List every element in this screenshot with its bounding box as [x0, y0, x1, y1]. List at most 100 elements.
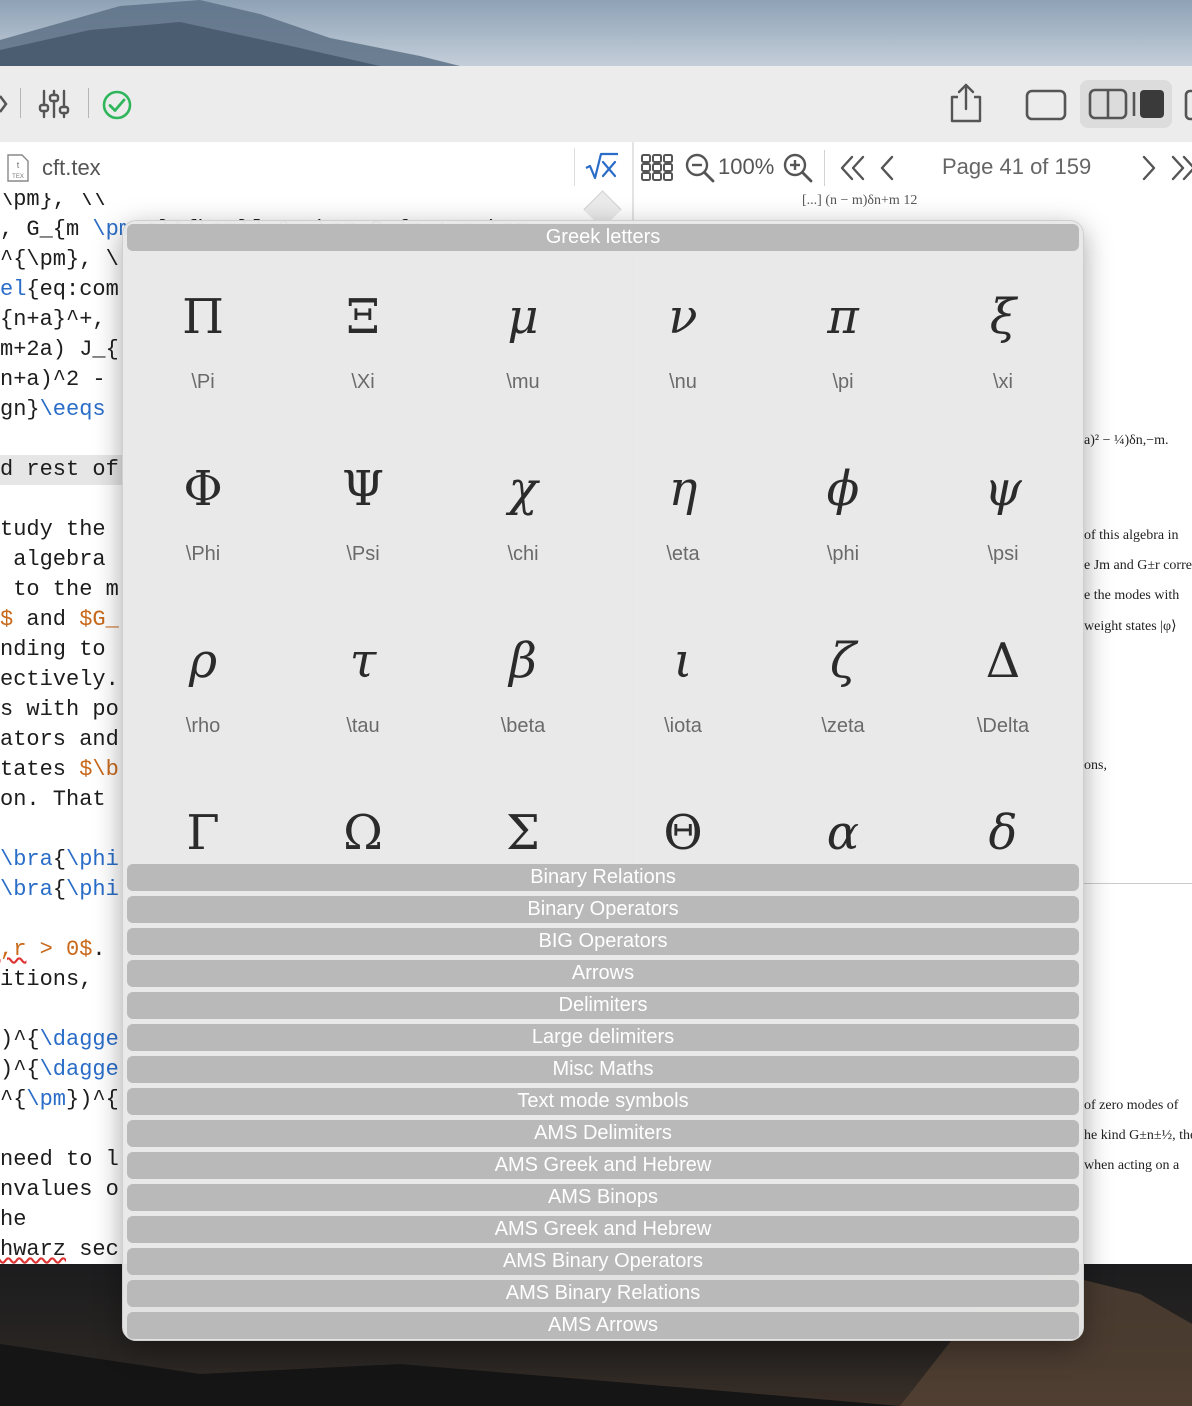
- thumbnails-grid-icon[interactable]: [640, 152, 674, 184]
- toolbar: [0, 66, 1192, 143]
- zoom-in-icon[interactable]: [782, 152, 814, 184]
- section-header-greek-letters[interactable]: Greek letters: [127, 224, 1079, 251]
- section-header[interactable]: Arrows: [127, 960, 1079, 987]
- section-header[interactable]: Binary Operators: [127, 896, 1079, 923]
- code-line[interactable]: algebra: [0, 545, 105, 575]
- symbol-cell[interactable]: ζ \zeta: [763, 597, 923, 769]
- code-line[interactable]: {n+a}^+,: [0, 305, 106, 335]
- symbol-cell[interactable]: Ψ \Psi: [283, 425, 443, 597]
- code-line[interactable]: ^{\pm}, \: [0, 245, 119, 275]
- code-line[interactable]: ,r > 0$.: [0, 935, 106, 965]
- code-line[interactable]: el{eq:com: [0, 275, 119, 305]
- symbol-cell[interactable]: π \pi: [763, 253, 923, 425]
- symbol-cell[interactable]: ϕ \phi: [763, 425, 923, 597]
- code-line[interactable]: he: [0, 1205, 26, 1235]
- section-header[interactable]: AMS Binary Operators: [127, 1248, 1079, 1275]
- section-header[interactable]: Misc Maths: [127, 1056, 1079, 1083]
- share-icon[interactable]: [944, 80, 988, 126]
- code-line[interactable]: \bra{\phi: [0, 875, 119, 905]
- code-token: , G_{m: [0, 217, 93, 242]
- truncated-icon[interactable]: [0, 90, 8, 118]
- code-line[interactable]: )^{\dagge: [0, 1025, 119, 1055]
- code-line[interactable]: nvalues o: [0, 1175, 119, 1205]
- section-header[interactable]: AMS Greek and Hebrew: [127, 1216, 1079, 1243]
- symbol-cell[interactable]: ξ \xi: [923, 253, 1083, 425]
- section-header[interactable]: AMS Arrows: [127, 1312, 1079, 1339]
- code-line[interactable]: on. That: [0, 785, 106, 815]
- truncated-layout-icon[interactable]: [1184, 88, 1192, 122]
- section-header[interactable]: Delimiters: [127, 992, 1079, 1019]
- pdf-text-line: of this algebra in: [1084, 528, 1179, 543]
- symbol-cell[interactable]: Π \Pi: [123, 253, 283, 425]
- symbol-cell[interactable]: Γ: [123, 769, 283, 865]
- symbol-cell[interactable]: δ: [923, 769, 1083, 865]
- symbol-glyph: β: [509, 633, 537, 689]
- code-token: {: [52, 877, 67, 902]
- symbol-cell[interactable]: ι \iota: [603, 597, 763, 769]
- section-header[interactable]: AMS Delimiters: [127, 1120, 1079, 1147]
- symbol-cell[interactable]: Ω: [283, 769, 443, 865]
- symbol-cell[interactable]: τ \tau: [283, 597, 443, 769]
- symbol-cell[interactable]: α: [763, 769, 923, 865]
- symbol-cell[interactable]: ν \nu: [603, 253, 763, 425]
- layout-split-pane-button[interactable]: [1080, 80, 1172, 128]
- code-line[interactable]: gn}\eeqs: [0, 395, 106, 425]
- code-line[interactable]: nding to: [0, 635, 106, 665]
- code-line[interactable]: tudy the: [0, 515, 106, 545]
- code-token: \dagge: [39, 1057, 119, 1082]
- code-line[interactable]: ators and: [0, 725, 119, 755]
- symbol-cell[interactable]: Σ: [443, 769, 603, 865]
- code-line[interactable]: need to l: [0, 1145, 119, 1175]
- next-page-icon[interactable]: [1138, 154, 1158, 182]
- page-indicator[interactable]: Page 41 of 159: [942, 154, 1091, 180]
- code-line[interactable]: $ and $G_: [0, 605, 119, 635]
- last-page-icon[interactable]: [1168, 154, 1192, 182]
- code-line[interactable]: \pm}, \\: [0, 193, 106, 215]
- code-line[interactable]: m+2a) J_{: [0, 335, 119, 365]
- section-header[interactable]: Binary Relations: [127, 864, 1079, 891]
- symbol-cell[interactable]: η \eta: [603, 425, 763, 597]
- section-header[interactable]: Text mode symbols: [127, 1088, 1079, 1115]
- code-line[interactable]: n+a)^2 -: [0, 365, 106, 395]
- section-header[interactable]: AMS Greek and Hebrew: [127, 1152, 1079, 1179]
- code-line[interactable]: ^{\pm})^{: [0, 1085, 119, 1115]
- math-symbols-sqrt-icon[interactable]: [584, 150, 620, 186]
- code-token: \phi: [66, 847, 119, 872]
- pdf-toolbar: 100% Page 41 of 159: [634, 142, 1192, 194]
- layout-single-pane-icon[interactable]: [1024, 88, 1068, 122]
- code-token: itions,: [0, 967, 93, 992]
- symbol-cell[interactable]: Φ \Phi: [123, 425, 283, 597]
- sliders-icon[interactable]: [36, 88, 72, 120]
- previous-page-icon[interactable]: [878, 154, 898, 182]
- pdf-toolbar-separator: [824, 150, 825, 186]
- zoom-out-icon[interactable]: [684, 152, 716, 184]
- code-line[interactable]: to the m: [0, 575, 119, 605]
- section-header[interactable]: AMS Binary Relations: [127, 1280, 1079, 1307]
- first-page-icon[interactable]: [838, 154, 868, 182]
- symbol-glyph: Θ: [663, 805, 703, 861]
- code-line[interactable]: hwarz sec: [0, 1235, 119, 1264]
- section-header[interactable]: BIG Operators: [127, 928, 1079, 955]
- code-line[interactable]: )^{\dagge: [0, 1055, 119, 1085]
- section-header[interactable]: AMS Binops: [127, 1184, 1079, 1211]
- symbol-cell[interactable]: β \beta: [443, 597, 603, 769]
- code-line[interactable]: \bra{\phi: [0, 845, 119, 875]
- symbol-cell[interactable]: Ξ \Xi: [283, 253, 443, 425]
- symbol-cell[interactable]: μ \mu: [443, 253, 603, 425]
- symbol-cell[interactable]: ρ \rho: [123, 597, 283, 769]
- symbol-cell[interactable]: ψ \psi: [923, 425, 1083, 597]
- code-token: {: [52, 847, 67, 872]
- code-line[interactable]: tates $\b: [0, 755, 119, 785]
- compile-success-check-icon[interactable]: [100, 88, 134, 122]
- symbol-cell[interactable]: χ \chi: [443, 425, 603, 597]
- code-token: ^{\pm}, \: [0, 247, 119, 272]
- code-line[interactable]: ectively.: [0, 665, 119, 695]
- code-line[interactable]: s with po: [0, 695, 119, 725]
- symbol-glyph: μ: [507, 289, 539, 345]
- symbol-glyph: ϕ: [826, 461, 860, 517]
- symbol-cell[interactable]: Δ \Delta: [923, 597, 1083, 769]
- editor-file-name[interactable]: cft.tex: [42, 155, 101, 181]
- section-header[interactable]: Large delimiters: [127, 1024, 1079, 1051]
- code-line[interactable]: itions,: [0, 965, 92, 995]
- symbol-cell[interactable]: Θ: [603, 769, 763, 865]
